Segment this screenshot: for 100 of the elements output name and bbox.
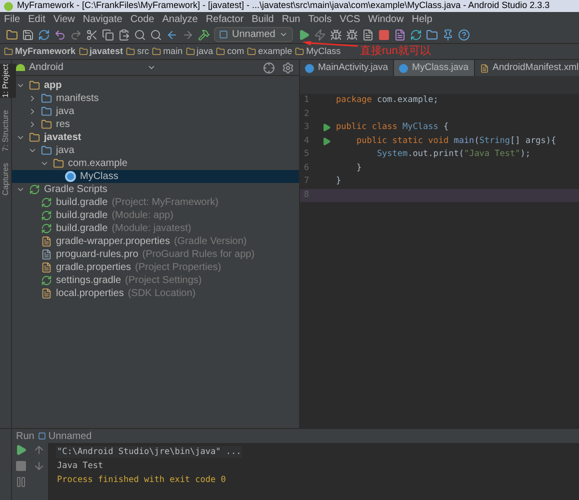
lightning-icon[interactable] <box>312 28 328 42</box>
save-icon[interactable] <box>20 28 35 42</box>
line-number: 7 <box>303 175 310 188</box>
side-tab[interactable]: 1: Project <box>0 64 16 98</box>
settings-icon[interactable] <box>280 60 295 74</box>
breadcrumb-item[interactable]: main <box>163 44 183 58</box>
folder-icon <box>41 93 52 104</box>
gradle-icon <box>41 210 52 221</box>
folder-icon <box>4 47 13 56</box>
tree-item-hint: (Project Properties) <box>135 261 222 275</box>
build-icon[interactable] <box>196 28 211 42</box>
menu-item[interactable]: Navigate <box>82 12 122 26</box>
annotation-arrow <box>302 41 358 47</box>
sdk-sync-icon[interactable] <box>408 28 424 42</box>
properties-file-icon <box>41 262 52 273</box>
tree-item-hint: (SDK Location) <box>128 287 196 301</box>
breadcrumb-item[interactable]: src <box>137 44 150 58</box>
code-line: } <box>355 162 362 175</box>
run-config-tab[interactable]: Unnamed <box>38 428 92 444</box>
run-gutter-icon[interactable] <box>322 123 330 132</box>
tree-item[interactable]: build.gradle (Project: MyFramework) <box>12 196 299 209</box>
code-line: System.out.print("Java Test"); <box>376 148 530 162</box>
tree-item-label: build.gradle <box>56 196 108 210</box>
tree-item[interactable]: MyClass <box>12 170 299 183</box>
android-icon <box>16 64 25 71</box>
menu-item[interactable]: Build <box>252 12 274 26</box>
folder-icon <box>41 119 52 130</box>
breadcrumb-item[interactable]: javatest <box>90 44 124 58</box>
tree-item[interactable]: build.gradle (Module: app) <box>12 209 299 222</box>
menu-item[interactable]: View <box>53 12 75 26</box>
tree-item-label: build.gradle <box>56 222 108 236</box>
tree-item-label: res <box>56 118 70 132</box>
run-gutter-icon[interactable] <box>322 136 330 146</box>
stop-icon[interactable] <box>376 28 392 42</box>
menu-item[interactable]: File <box>4 12 20 26</box>
menu-item[interactable]: Refactor <box>206 12 244 26</box>
tree-item-label: local.properties <box>56 287 124 301</box>
tree-item[interactable]: proguard-rules.pro (ProGuard Rules for app) <box>12 248 299 261</box>
class-icon <box>65 171 76 182</box>
locate-icon[interactable] <box>261 60 276 74</box>
code-line: public class MyClass { <box>336 121 449 134</box>
open-folder-icon[interactable] <box>4 28 19 42</box>
breadcrumb-item[interactable]: example <box>258 44 292 58</box>
tree-item-hint: (Module: app) <box>112 209 174 223</box>
class-icon <box>399 64 408 72</box>
menu-item[interactable]: Help <box>412 12 432 26</box>
tree-item[interactable]: gradle-wrapper.properties (Gradle Version) <box>12 235 299 248</box>
tree-item-hint: (Project Settings) <box>125 274 202 288</box>
debug-icon[interactable] <box>328 28 344 42</box>
properties-file-icon <box>41 236 52 247</box>
stop-icon[interactable] <box>14 459 28 473</box>
editor-tab[interactable]: MyClass.java <box>394 60 475 76</box>
code-line: public static void main(String[] args){ <box>355 134 556 148</box>
window-title: MyFramework - [C:\FrankFiles\MyFramework] - [javatest] - ...\javatest\src\main\java\com\example\MyClass.java - Android Studio 2.3.3 <box>17 0 550 12</box>
tree-item[interactable]: build.gradle (Module: javatest) <box>12 222 299 235</box>
code-line: package com.example; <box>336 94 438 108</box>
help-icon[interactable] <box>456 28 472 42</box>
breadcrumb-item[interactable]: com <box>227 44 244 58</box>
tree-item[interactable]: settings.gradle (Project Settings) <box>12 274 299 287</box>
tree-item-label: Gradle Scripts <box>44 183 108 197</box>
tree-item-label: gradle.properties <box>56 261 132 275</box>
run-config-dropdown[interactable]: Unnamed <box>214 27 294 42</box>
window-icon <box>219 30 228 39</box>
breadcrumb-item[interactable]: MyClass <box>306 44 341 58</box>
annotation-text: 直接run就可以 <box>360 44 431 58</box>
folder-icon <box>295 47 304 56</box>
line-number: 1 <box>303 94 310 108</box>
copy-icon[interactable] <box>100 28 115 42</box>
gradle-icon <box>41 223 52 234</box>
line-number: 3 <box>303 121 310 134</box>
tree-item[interactable]: local.properties (SDK Location) <box>12 287 299 300</box>
gradle-icon <box>29 184 40 195</box>
breadcrumb-item[interactable]: MyFramework <box>15 44 76 58</box>
properties-file-icon <box>41 288 52 299</box>
tree-item-label: MyClass <box>80 170 118 184</box>
tree-item-hint: (Gradle Version) <box>174 235 247 249</box>
menu-item[interactable]: VCS <box>340 12 360 26</box>
search-icon[interactable] <box>132 28 147 42</box>
breadcrumb-item[interactable]: java <box>196 44 214 58</box>
tree-item-hint: (ProGuard Rules for app) <box>142 248 255 262</box>
menu-item[interactable]: Tools <box>308 12 332 26</box>
menu-item[interactable]: Edit <box>28 12 46 26</box>
line-number: 6 <box>303 162 310 175</box>
sync-icon[interactable] <box>36 28 51 42</box>
console-line: Process finished with exit code 0 <box>56 474 227 486</box>
cut-icon[interactable] <box>84 28 99 42</box>
menu-item[interactable]: Code <box>130 12 154 26</box>
gradle-icon <box>41 275 52 286</box>
tree-item-label: manifests <box>56 92 99 106</box>
folder-icon <box>152 47 162 56</box>
project-view-dropdown[interactable]: Android <box>16 60 156 75</box>
caret-icon <box>279 30 288 39</box>
menu-item[interactable]: Window <box>368 12 404 26</box>
folder-icon <box>78 47 88 56</box>
tree-item-label: proguard-rules.pro <box>56 248 138 262</box>
menu-item[interactable]: Analyze <box>162 12 198 26</box>
tree-item[interactable]: gradle.properties (Project Properties) <box>12 261 299 274</box>
class-icon <box>305 64 314 72</box>
tree-item-label: com.example <box>68 157 128 171</box>
menu-item[interactable]: Run <box>282 12 300 26</box>
